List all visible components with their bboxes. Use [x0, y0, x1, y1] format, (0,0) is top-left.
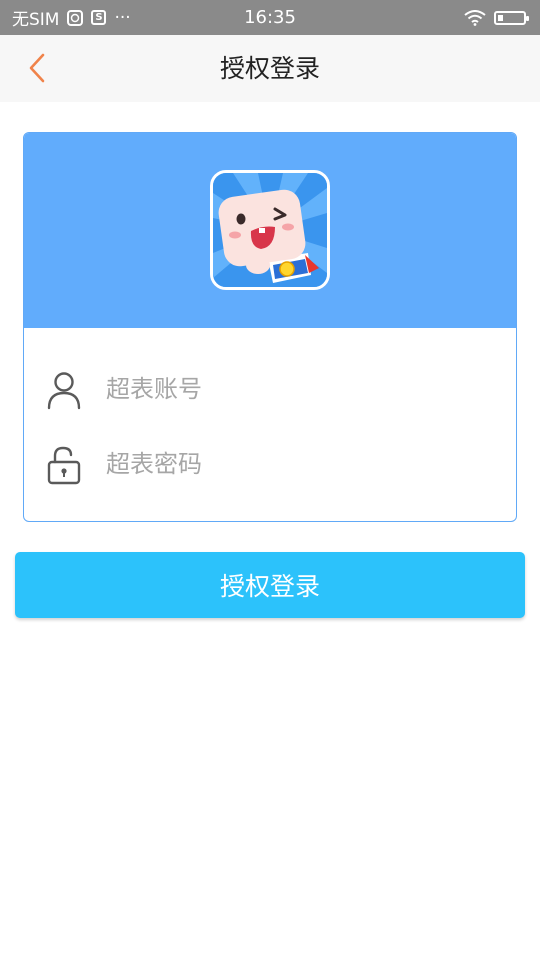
- title-bar: 授权登录: [0, 35, 540, 102]
- status-bar: 无SIM S ··· 16:35: [0, 0, 540, 35]
- chevron-left-icon: [29, 53, 45, 83]
- mascot-logo-icon: [213, 173, 327, 287]
- password-input[interactable]: [104, 441, 488, 487]
- page-title: 授权登录: [219, 54, 320, 83]
- account-row: [24, 358, 516, 418]
- authorize-login-button[interactable]: 授权登录: [15, 552, 525, 618]
- user-icon: [47, 372, 81, 410]
- card-banner: [24, 133, 516, 328]
- back-button[interactable]: [20, 49, 60, 89]
- unlocked-padlock-icon: [47, 446, 81, 485]
- wifi-icon: [464, 9, 486, 26]
- app-logo: [210, 170, 330, 290]
- battery-icon: [494, 10, 529, 25]
- clock: 16:35: [244, 7, 296, 28]
- password-row: [24, 433, 516, 493]
- status-right-group: [464, 0, 529, 35]
- account-input[interactable]: [104, 366, 488, 412]
- login-card: [23, 132, 517, 522]
